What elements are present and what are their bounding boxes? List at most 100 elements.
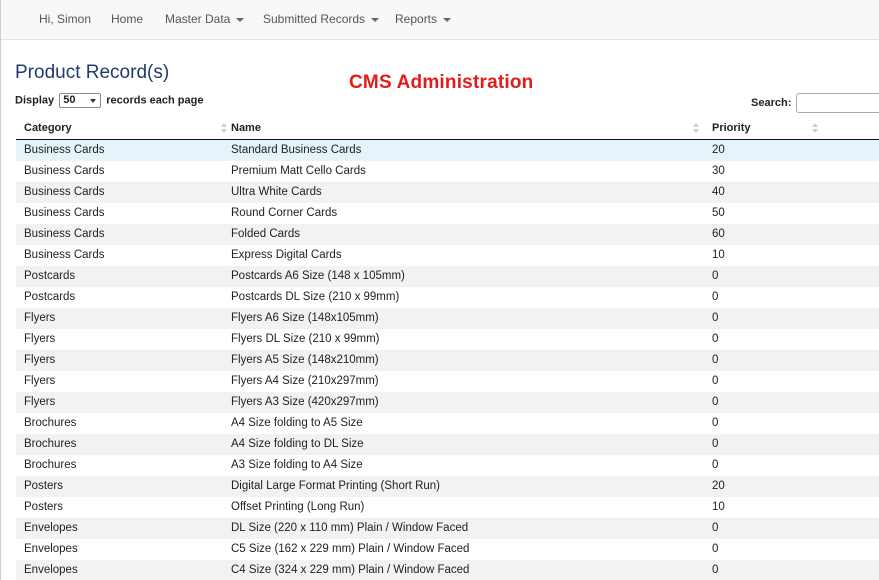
nav-master-data[interactable]: Master Data <box>165 0 245 40</box>
cell-category: Postcards <box>24 291 76 303</box>
cell-category: Envelopes <box>24 543 78 555</box>
table-row[interactable]: Flyers Flyers A3 Size (420x297mm) 0 <box>16 392 879 413</box>
table-row[interactable]: Posters Digital Large Format Printing (Sh… <box>16 476 879 497</box>
greeting-label: Hi, Simon <box>39 12 92 26</box>
cell-priority: 0 <box>712 354 719 366</box>
length-prefix: Display <box>15 94 55 107</box>
nav-submitted-records[interactable]: Submitted Records <box>263 0 380 40</box>
cell-priority: 20 <box>712 144 725 156</box>
table-row[interactable]: Business Cards Premium Matt Cello Cards 30 <box>16 161 879 182</box>
table-row[interactable]: Flyers Flyers A4 Size (210x297mm) 0 <box>16 371 879 392</box>
cell-priority: 0 <box>712 564 719 576</box>
column-label: Name <box>231 122 261 134</box>
cell-category: Flyers <box>24 375 56 387</box>
cell-priority: 0 <box>712 522 719 534</box>
cell-priority: 0 <box>712 333 719 345</box>
table-row[interactable]: Business Cards Folded Cards 60 <box>16 224 879 245</box>
search-input[interactable] <box>796 93 879 113</box>
cell-category: Business Cards <box>24 228 105 240</box>
cell-category: Envelopes <box>24 522 78 534</box>
cell-priority: 10 <box>712 249 725 261</box>
top-navbar: Hi, Simon Home Master Data Submitted Rec… <box>1 0 879 40</box>
cell-name: Offset Printing (Long Run) <box>231 501 365 513</box>
caret-down-icon <box>443 17 452 22</box>
sort-icon <box>221 123 227 134</box>
column-header-name[interactable]: Name <box>231 118 701 140</box>
cell-priority: 0 <box>712 459 719 471</box>
table-row[interactable]: Business Cards Express Digital Cards 10 <box>16 245 879 266</box>
cell-name: A3 Size folding to A4 Size <box>231 459 363 471</box>
length-suffix: records each page <box>106 94 204 107</box>
table-row[interactable]: Brochures A4 Size folding to DL Size 0 <box>16 434 879 455</box>
table-row[interactable]: Flyers Flyers A6 Size (148x105mm) 0 <box>16 308 879 329</box>
cell-category: Flyers <box>24 396 56 408</box>
cell-name: A4 Size folding to DL Size <box>231 438 364 450</box>
cell-priority: 40 <box>712 186 725 198</box>
cell-name: DL Size (220 x 110 mm) Plain / Window Fa… <box>231 522 469 534</box>
column-label: Priority <box>712 122 751 134</box>
nav-home[interactable]: Home <box>111 0 143 40</box>
nav-reports[interactable]: Reports <box>395 0 452 40</box>
records-per-page-value: 50 <box>63 94 76 106</box>
table-row[interactable]: Envelopes C5 Size (162 x 229 mm) Plain / … <box>16 539 879 560</box>
table-body: Business Cards Standard Business Cards 20 B… <box>16 140 879 580</box>
sort-icon <box>693 123 699 134</box>
cell-category: Business Cards <box>24 144 105 156</box>
table-row[interactable]: Posters Offset Printing (Long Run) 10 <box>16 497 879 518</box>
table-row[interactable]: Postcards Postcards A6 Size (148 x 105mm)… <box>16 266 879 287</box>
nav-user-greeting[interactable]: Hi, Simon <box>39 0 91 40</box>
cell-category: Flyers <box>24 354 56 366</box>
table-row[interactable]: Business Cards Standard Business Cards 20 <box>16 140 879 161</box>
cell-priority: 0 <box>712 396 719 408</box>
cell-name: Round Corner Cards <box>231 207 338 219</box>
table-row[interactable]: Business Cards Ultra White Cards 40 <box>16 182 879 203</box>
table-row[interactable]: Business Cards Round Corner Cards 50 <box>16 203 879 224</box>
cell-name: C4 Size (324 x 229 mm) Plain / Window Fa… <box>231 564 470 576</box>
cell-category: Postcards <box>24 270 76 282</box>
cell-priority: 0 <box>712 270 719 282</box>
page-title: Product Record(s) <box>15 62 170 83</box>
search-label: Search: <box>751 97 792 109</box>
length-menu: Display 50 records each page <box>15 93 203 109</box>
table-row[interactable]: Postcards Postcards DL Size (210 x 99mm) 0 <box>16 287 879 308</box>
table-row[interactable]: Flyers Flyers A5 Size (148x210mm) 0 <box>16 350 879 371</box>
cell-priority: 0 <box>712 312 719 324</box>
cell-name: A4 Size folding to A5 Size <box>231 417 363 429</box>
cell-category: Posters <box>24 501 63 513</box>
column-header-priority[interactable]: Priority <box>712 118 827 140</box>
table-row[interactable]: Brochures A4 Size folding to A5 Size 0 <box>16 413 879 434</box>
table-header: Category Name Priority <box>16 118 879 140</box>
cell-priority: 0 <box>712 438 719 450</box>
cell-category: Envelopes <box>24 564 78 576</box>
master-data-label: Master Data <box>165 12 231 26</box>
cell-category: Business Cards <box>24 249 105 261</box>
caret-down-icon <box>236 17 245 22</box>
cell-name: Flyers A6 Size (148x105mm) <box>231 312 379 324</box>
submitted-records-label: Submitted Records <box>263 12 366 26</box>
cell-name: Standard Business Cards <box>231 144 362 156</box>
cell-priority: 0 <box>712 375 719 387</box>
column-header-category[interactable]: Category <box>24 118 227 140</box>
table-row[interactable]: Brochures A3 Size folding to A4 Size 0 <box>16 455 879 476</box>
cell-name: Postcards A6 Size (148 x 105mm) <box>231 270 405 282</box>
column-label: Category <box>24 122 72 134</box>
table-row[interactable]: Envelopes DL Size (220 x 110 mm) Plain / … <box>16 518 879 539</box>
cell-name: Folded Cards <box>231 228 301 240</box>
cell-priority: 50 <box>712 207 725 219</box>
cell-category: Business Cards <box>24 207 105 219</box>
sort-icon <box>812 123 818 134</box>
cell-category: Flyers <box>24 312 56 324</box>
cell-name: Flyers A4 Size (210x297mm) <box>231 375 379 387</box>
cell-priority: 60 <box>712 228 725 240</box>
table-row[interactable]: Flyers Flyers DL Size (210 x 99mm) 0 <box>16 329 879 350</box>
cell-name: Express Digital Cards <box>231 249 342 261</box>
cell-priority: 0 <box>712 417 719 429</box>
cell-name: Flyers A5 Size (148x210mm) <box>231 354 379 366</box>
cell-category: Brochures <box>24 438 77 450</box>
table-row[interactable]: Envelopes C4 Size (324 x 229 mm) Plain / … <box>16 560 879 580</box>
cell-category: Business Cards <box>24 186 105 198</box>
records-per-page-select[interactable]: 50 <box>59 93 102 108</box>
cell-name: Flyers DL Size (210 x 99mm) <box>231 333 380 345</box>
cell-category: Brochures <box>24 417 77 429</box>
cell-name: Ultra White Cards <box>231 186 322 198</box>
